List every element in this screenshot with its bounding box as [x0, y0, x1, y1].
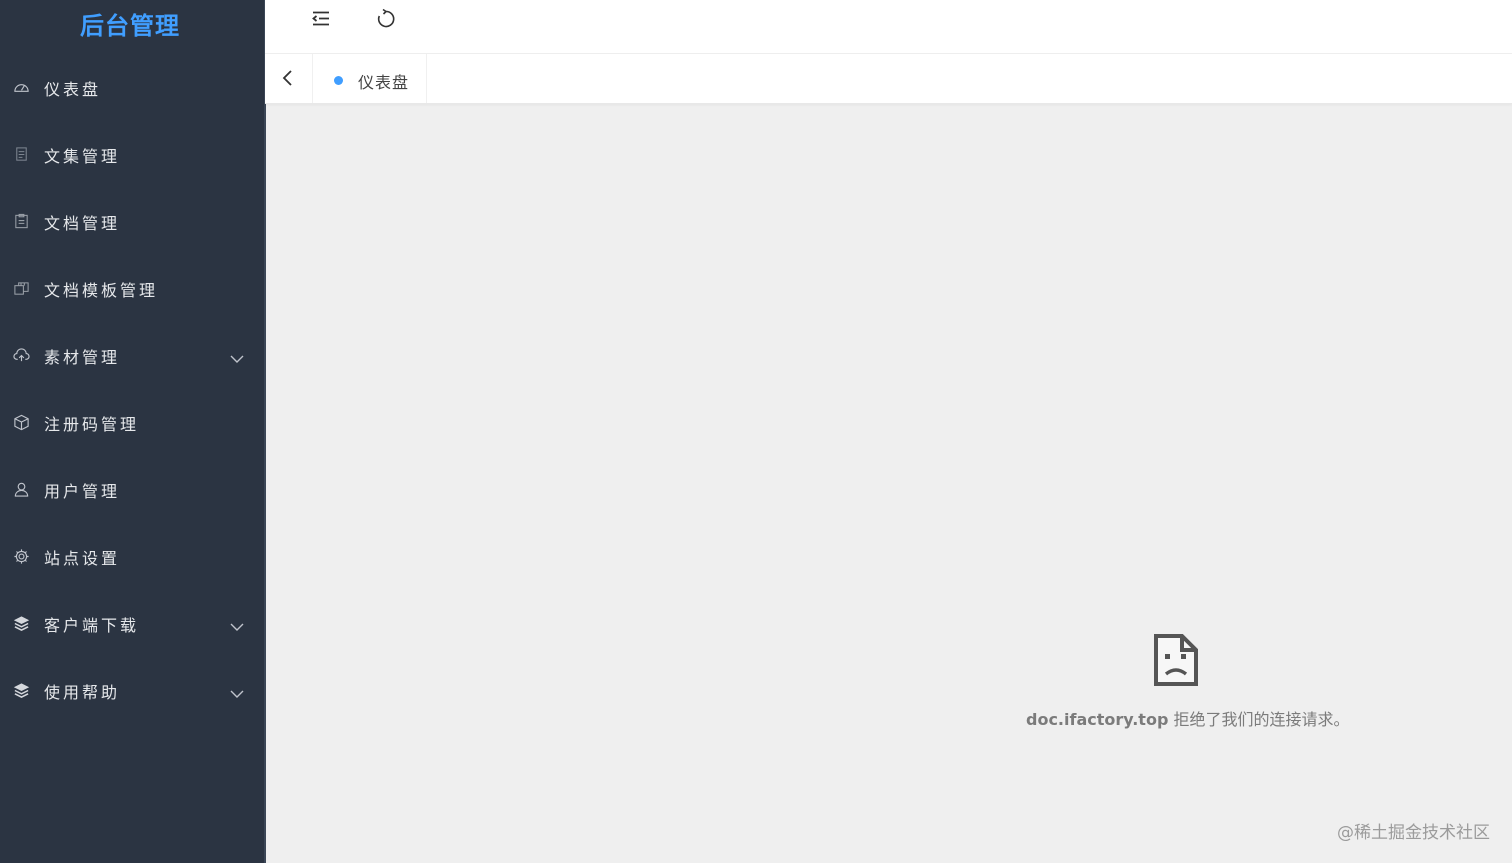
sidebar: 后台管理 仪表盘 文集管理 文档管理 文档模板管理 素材管理 注册码管理 用户管…: [0, 0, 266, 863]
sidebar-item-label: 文集管理: [44, 146, 121, 166]
sidebar-item-help[interactable]: 使用帮助: [0, 657, 264, 724]
copy-document-icon: [12, 280, 30, 298]
chevron-down-icon[interactable]: [230, 354, 244, 364]
sidebar-item-label: 站点设置: [44, 548, 121, 568]
top-header: [265, 0, 1512, 54]
watermark: @稀土掘金技术社区: [1337, 823, 1490, 843]
sidebar-item-collections[interactable]: 文集管理: [0, 121, 264, 188]
setting-icon: [12, 548, 30, 566]
chevron-down-icon[interactable]: [230, 689, 244, 699]
sidebar-menu: 仪表盘 文集管理 文档管理 文档模板管理 素材管理 注册码管理 用户管理 站点设…: [0, 54, 264, 724]
chevron-down-icon[interactable]: [230, 622, 244, 632]
sidebar-item-materials[interactable]: 素材管理: [0, 322, 264, 389]
sidebar-item-label: 客户端下载: [44, 615, 140, 635]
sidebar-item-label: 注册码管理: [44, 414, 140, 434]
sidebar-item-doc-templates[interactable]: 文档模板管理: [0, 255, 264, 322]
active-tab-dot: [334, 76, 343, 85]
connection-refused-message: doc.ifactory.top 拒绝了我们的连接请求。: [1026, 706, 1350, 730]
sidebar-item-label: 文档模板管理: [44, 280, 159, 300]
tab-label: 仪表盘: [358, 73, 410, 92]
tab-dashboard[interactable]: 仪表盘: [313, 54, 427, 103]
layers-icon: [12, 682, 30, 700]
brand-title: 后台管理: [80, 12, 180, 40]
user-icon: [12, 481, 30, 499]
upload-cloud-icon: [12, 347, 30, 365]
tabs-bar: 仪表盘: [265, 54, 1512, 104]
notebook-icon: [12, 213, 30, 231]
box-icon: [12, 414, 30, 432]
sad-document-icon: [1154, 634, 1198, 686]
sidebar-item-documents[interactable]: 文档管理: [0, 188, 264, 255]
chevron-left-icon[interactable]: [279, 68, 297, 88]
sidebar-item-label: 仪表盘: [44, 79, 102, 99]
sidebar-item-label: 用户管理: [44, 481, 121, 501]
admin-app: 后台管理 仪表盘 文集管理 文档管理 文档模板管理 素材管理 注册码管理 用户管…: [0, 0, 1512, 863]
layers-icon: [12, 615, 30, 633]
sidebar-item-users[interactable]: 用户管理: [0, 456, 264, 523]
dashboard-icon: [12, 79, 30, 97]
sidebar-item-client-download[interactable]: 客户端下载: [0, 590, 264, 657]
refresh-icon[interactable]: [375, 8, 397, 30]
fold-menu-icon[interactable]: [310, 8, 332, 30]
sidebar-item-label: 使用帮助: [44, 682, 121, 702]
sidebar-item-label: 素材管理: [44, 347, 121, 367]
error-host: doc.ifactory.top: [1026, 710, 1169, 729]
document-icon: [12, 146, 30, 164]
error-text: 拒绝了我们的连接请求。: [1168, 710, 1350, 729]
sidebar-item-site-settings[interactable]: 站点设置: [0, 523, 264, 590]
sidebar-item-dashboard[interactable]: 仪表盘: [0, 54, 264, 121]
sidebar-item-label: 文档管理: [44, 213, 121, 233]
sidebar-item-registration-codes[interactable]: 注册码管理: [0, 389, 264, 456]
